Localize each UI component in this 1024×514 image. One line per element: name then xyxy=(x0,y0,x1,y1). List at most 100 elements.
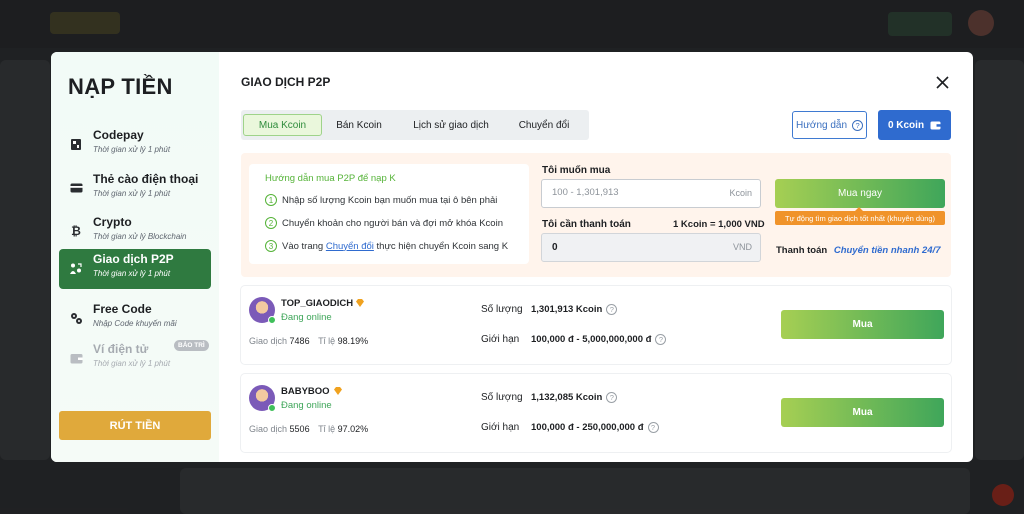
kcoin-amount-field[interactable]: Kcoin xyxy=(541,179,761,208)
rate-label: Tỉ lệ xyxy=(318,424,336,434)
sidebar-item-free-code[interactable]: Free Code Nhập Code khuyến mãi xyxy=(59,299,211,339)
balance-button[interactable]: 0 Kcoin xyxy=(878,110,951,140)
bitcoin-icon: ₿ xyxy=(71,224,81,238)
sidebar-item-p2p[interactable]: Giao dịch P2P Thời gian xử lý 1 phút xyxy=(59,249,211,289)
trades-count: 5506 xyxy=(289,424,310,434)
seller-row: TOP_GIAODICH Đang online Giao dịch 7486 … xyxy=(241,286,951,364)
kcoin-amount-input[interactable] xyxy=(552,187,712,198)
buy-now-button[interactable]: Mua ngay xyxy=(775,179,945,208)
online-dot xyxy=(268,404,276,412)
instruction-step: 1 Nhập số lượng Kcoin bạn muốn mua tại ô… xyxy=(265,194,497,206)
sidebar-item-subtitle: Thời gian xử lý 1 phút xyxy=(93,189,171,198)
limit-value: 100,000 đ - 250,000,000 đ ? xyxy=(531,422,659,433)
seller-stats: Giao dịch 5506 Tỉ lệ 97.02% xyxy=(249,424,368,434)
wallet-icon xyxy=(930,121,941,129)
sidebar-item-e-wallet[interactable]: Ví điện tử BẢO TRÌ Thời gian xử lý 1 phú… xyxy=(59,339,211,379)
tab-convert[interactable]: Chuyển đổi xyxy=(507,114,581,136)
help-icon[interactable]: ? xyxy=(655,334,667,345)
sidebar-title: NẠP TIỀN xyxy=(68,74,173,99)
avatar xyxy=(249,297,276,324)
rate-label: Tỉ lệ xyxy=(318,336,336,346)
auto-match-tag: Tự động tìm giao dịch tốt nhất (khuyên d… xyxy=(775,207,945,225)
seller-status: Đang online xyxy=(281,400,332,411)
sidebar-item-codepay[interactable]: Codepay Thời gian xử lý 1 phút xyxy=(59,125,211,165)
wallet-icon xyxy=(69,351,83,365)
exchange-rate: 1 Kcoin = 1,000 VND xyxy=(673,219,765,230)
sidebar-item-label: Codepay xyxy=(93,128,144,142)
step-text: Chuyển khoản cho người bán và đợi mở khó… xyxy=(282,217,503,229)
sidebar-item-subtitle: Thời gian xử lý 1 phút xyxy=(93,145,171,154)
payment-method: Thanh toán Chuyển tiền nhanh 24/7 xyxy=(776,245,940,256)
step-number: 1 xyxy=(265,194,277,206)
instruction-step: 2 Chuyển khoản cho người bán và đợi mở k… xyxy=(265,217,503,229)
diamond-icon xyxy=(356,299,364,307)
vnd-unit: VND xyxy=(732,242,752,252)
close-button[interactable] xyxy=(931,71,953,93)
buy-instructions: Hướng dẫn mua P2P để nạp K 1 Nhập số lượ… xyxy=(249,164,529,264)
codepay-icon xyxy=(69,137,83,151)
help-icon: ? xyxy=(852,119,864,131)
guide-label: Hướng dẫn xyxy=(795,119,848,131)
convert-link[interactable]: Chuyển đổi xyxy=(326,241,374,252)
instructions-title: Hướng dẫn mua P2P để nạp K xyxy=(265,173,396,184)
trades-label: Giao dịch xyxy=(249,336,288,346)
p2p-tabs: Mua Kcoin Bán Kcoin Lịch sử giao dịch Ch… xyxy=(241,110,589,140)
seller-row: BABYBOO Đang online Giao dịch 5506 Tỉ lệ… xyxy=(241,374,951,452)
payment-method-value: Chuyển tiền nhanh 24/7 xyxy=(833,245,941,256)
deposit-sidebar: NẠP TIỀN Codepay Thời gian xử lý 1 phút … xyxy=(51,52,219,462)
help-icon[interactable]: ? xyxy=(606,304,618,315)
seller-name: TOP_GIAODICH xyxy=(281,298,354,309)
quantity-label: Số lượng xyxy=(481,392,523,403)
seller-stats: Giao dịch 7486 Tỉ lệ 98.19% xyxy=(249,336,368,346)
card-icon xyxy=(69,181,83,195)
withdraw-button[interactable]: RÚT TIỀN xyxy=(59,411,211,440)
close-icon xyxy=(935,75,949,89)
sidebar-item-label: Ví điện tử xyxy=(93,342,149,356)
guide-button[interactable]: Hướng dẫn ? xyxy=(792,111,867,139)
limit-label: Giới hạn xyxy=(481,422,520,433)
quantity-value: 1,132,085 Kcoin ? xyxy=(531,392,618,403)
buy-button[interactable]: Mua xyxy=(781,310,944,339)
limit-amount: 100,000 đ - 5,000,000,000 đ xyxy=(531,334,652,345)
sidebar-item-subtitle: Nhập Code khuyến mãi xyxy=(93,319,177,328)
want-buy-label: Tôi muốn mua xyxy=(542,165,611,176)
balance-label: 0 Kcoin xyxy=(887,119,925,131)
p2p-icon xyxy=(69,261,83,275)
kcoin-unit: Kcoin xyxy=(729,188,752,198)
seller-status: Đang online xyxy=(281,312,332,323)
sidebar-item-subtitle: Thời gian xử lý 1 phút xyxy=(93,269,171,278)
sidebar-item-label: Crypto xyxy=(93,215,132,229)
help-icon[interactable]: ? xyxy=(647,422,659,433)
step-text: Vào trang Chuyển đổi thực hiện chuyển Kc… xyxy=(282,241,508,252)
tab-sell-kcoin[interactable]: Bán Kcoin xyxy=(327,114,391,136)
deposit-modal: NẠP TIỀN Codepay Thời gian xử lý 1 phút … xyxy=(51,52,973,462)
sidebar-item-crypto[interactable]: ₿ Crypto Thời gian xử lý Blockchain xyxy=(59,212,211,252)
tab-buy-kcoin[interactable]: Mua Kcoin xyxy=(243,114,322,136)
instruction-step: 3 Vào trang Chuyển đổi thực hiện chuyển … xyxy=(265,240,508,252)
quantity-label: Số lượng xyxy=(481,304,523,315)
step-text-pre: Vào trang xyxy=(282,240,326,252)
diamond-icon xyxy=(334,387,342,395)
avatar xyxy=(249,385,276,412)
limit-amount: 100,000 đ - 250,000,000 đ xyxy=(531,422,644,433)
quantity-value: 1,301,913 Kcoin ? xyxy=(531,304,618,315)
quantity-amount: 1,301,913 Kcoin xyxy=(531,304,603,315)
quantity-amount: 1,132,085 Kcoin xyxy=(531,392,603,403)
online-dot xyxy=(268,316,276,324)
payment-method-label: Thanh toán xyxy=(776,245,828,256)
sidebar-item-subtitle: Thời gian xử lý 1 phút xyxy=(93,359,171,368)
sidebar-item-label: Giao dịch P2P xyxy=(93,252,174,266)
buy-button[interactable]: Mua xyxy=(781,398,944,427)
tab-history[interactable]: Lịch sử giao dịch xyxy=(401,114,501,136)
pay-amount-value: 0 xyxy=(552,242,558,253)
help-icon[interactable]: ? xyxy=(606,392,618,403)
sidebar-item-phone-card[interactable]: Thẻ cào điện thoại Thời gian xử lý 1 phú… xyxy=(59,169,211,209)
step-number: 3 xyxy=(265,240,277,252)
sidebar-item-label: Thẻ cào điện thoại xyxy=(93,172,199,186)
maintenance-badge: BẢO TRÌ xyxy=(174,340,209,351)
buy-panel: Hướng dẫn mua P2P để nạp K 1 Nhập số lượ… xyxy=(241,153,951,277)
limit-label: Giới hạn xyxy=(481,334,520,345)
step-text: Nhập số lượng Kcoin bạn muốn mua tại ô b… xyxy=(282,194,498,206)
trades-label: Giao dịch xyxy=(249,424,288,434)
step-text-post: thực hiện chuyển Kcoin sang K xyxy=(373,240,509,252)
